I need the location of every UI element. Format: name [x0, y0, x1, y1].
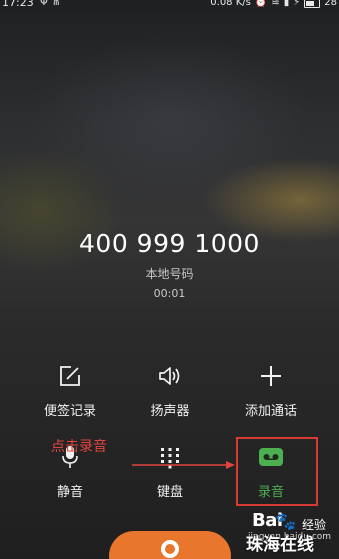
- speaker-button[interactable]: 扬声器: [115, 362, 225, 419]
- annotation-arrow: [132, 461, 235, 469]
- speaker-label: 扬声器: [150, 404, 190, 419]
- tap-record-annotation: 点击录音: [51, 439, 107, 455]
- status-time: 17:23: [2, 0, 34, 9]
- plus-icon: [216, 362, 326, 390]
- add-call-label: 添加通话: [244, 404, 297, 419]
- alarm-icon: ⏰: [254, 0, 268, 8]
- battery-icon: [304, 0, 321, 8]
- share-icon: ⋔: [51, 0, 65, 8]
- keypad-button[interactable]: 键盘: [115, 443, 225, 500]
- keypad-label: 键盘: [156, 485, 183, 500]
- signal-icon: ▮: [283, 0, 290, 8]
- network-speed: 0.08 K/s: [210, 0, 251, 8]
- usb-icon: Ψ: [40, 0, 52, 8]
- add-call-button[interactable]: 添加通话: [216, 362, 326, 419]
- speaker-icon: [115, 362, 225, 390]
- record-highlight-box: [236, 437, 318, 506]
- wifi-icon: ≋: [271, 0, 280, 8]
- notification-icons: Ψ⋔: [40, 0, 64, 9]
- call-duration: 00:01: [153, 287, 186, 300]
- watermark-site: 珠海在线: [246, 535, 314, 555]
- number-location: 本地号码: [145, 267, 194, 281]
- memo-edit-icon: [15, 362, 125, 390]
- memo-label: 便签记录: [43, 404, 96, 419]
- phone-number: 400 999 1000: [79, 229, 260, 258]
- battery-level: 28: [324, 0, 337, 8]
- memo-button[interactable]: 便签记录: [15, 362, 125, 419]
- status-right: 0.08 K/s ⏰ ≋ ▮ ⚡ 28: [210, 0, 337, 9]
- baidu-watermark: Bai 🐾 经验 jingyan.baidu.com 珠海在线: [246, 510, 339, 559]
- charging-icon: ⚡: [293, 0, 301, 8]
- status-bar: 17:23 Ψ⋔ 0.08 K/s ⏰ ≋ ▮ ⚡ 28: [0, 0, 339, 12]
- phone-hangup-icon: [161, 540, 179, 558]
- end-call-button[interactable]: [109, 531, 231, 559]
- mute-label: 静音: [56, 485, 83, 500]
- paw-icon: 🐾: [275, 512, 297, 532]
